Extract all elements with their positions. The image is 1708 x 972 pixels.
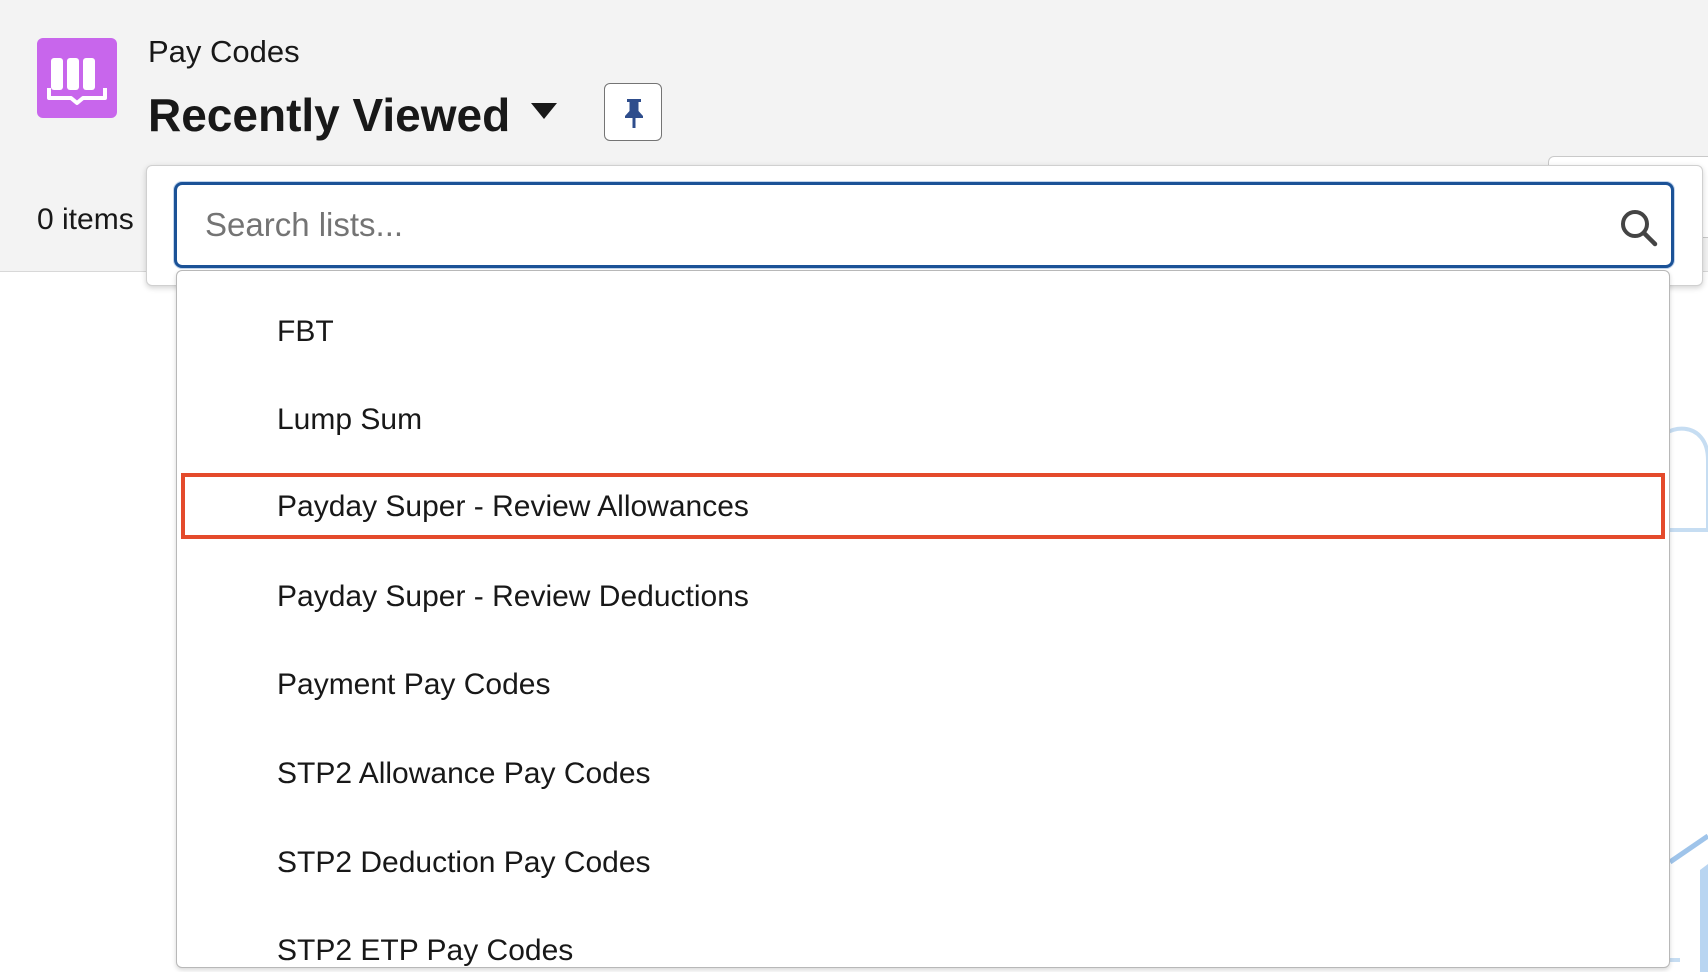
list-option-stp2-etp-pay-codes[interactable]: STP2 ETP Pay Codes: [177, 908, 1669, 967]
search-lists-box[interactable]: [174, 182, 1674, 268]
list-option-label: Payday Super - Review Allowances: [277, 490, 749, 523]
items-count: 0 items: [37, 203, 134, 236]
list-option-label: Lump Sum: [277, 403, 423, 436]
list-option-label: STP2 Allowance Pay Codes: [277, 757, 651, 790]
list-option-label: STP2 ETP Pay Codes: [277, 934, 574, 967]
search-icon[interactable]: [1619, 208, 1659, 248]
list-option-fbt[interactable]: FBT: [177, 289, 1669, 377]
search-lists-input[interactable]: [205, 197, 1585, 253]
pin-icon: [625, 99, 643, 128]
list-option-lump-sum[interactable]: Lump Sum: [177, 377, 1669, 465]
list-view-title[interactable]: Recently Viewed: [148, 84, 510, 142]
list-option-payment-pay-codes[interactable]: Payment Pay Codes: [177, 642, 1669, 730]
list-option-stp2-allowance-pay-codes[interactable]: STP2 Allowance Pay Codes: [177, 731, 1669, 819]
list-option-stp2-deduction-pay-codes[interactable]: STP2 Deduction Pay Codes: [177, 820, 1669, 908]
list-option-label: Payday Super - Review Deductions: [277, 580, 749, 613]
list-option-payday-super-review-allowances[interactable]: Payday Super - Review Allowances: [181, 473, 1665, 539]
list-options-dropdown: FBT Lump Sum Payday Super - Review Allow…: [176, 270, 1670, 968]
list-view-title-label: Recently Viewed: [148, 88, 511, 141]
list-option-label: Payment Pay Codes: [277, 668, 551, 701]
pin-button[interactable]: [604, 83, 662, 141]
caret-down-icon[interactable]: [530, 101, 558, 121]
list-option-payday-super-review-deductions[interactable]: Payday Super - Review Deductions: [177, 554, 1669, 642]
list-option-label: STP2 Deduction Pay Codes: [277, 846, 651, 879]
list-option-label: FBT: [277, 315, 334, 348]
object-name: Pay Codes: [148, 34, 300, 69]
book-icon: [37, 38, 117, 118]
